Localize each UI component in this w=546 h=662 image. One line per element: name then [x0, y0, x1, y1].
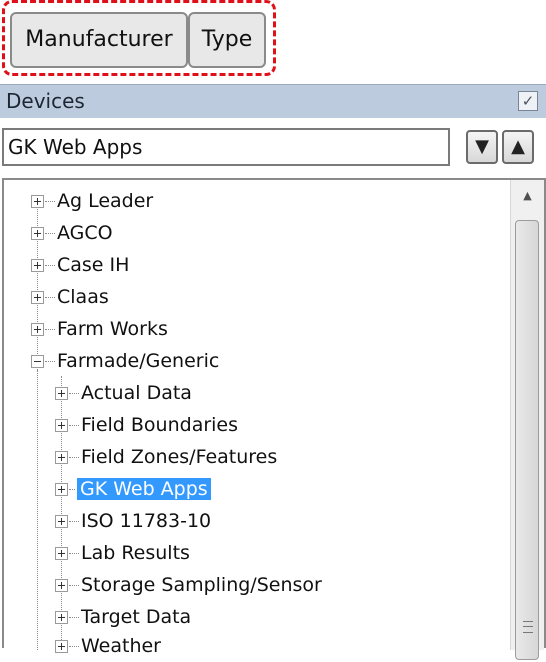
tree-node-claas[interactable]: Claas — [31, 281, 109, 313]
tree-node-weather[interactable]: Weather — [55, 630, 161, 662]
tree-node-label: Ag Leader — [57, 190, 154, 212]
tree-node-gk-web-apps[interactable]: GK Web Apps — [55, 473, 211, 505]
tree-node-field-boundaries[interactable]: Field Boundaries — [55, 409, 238, 441]
expand-icon[interactable] — [55, 386, 68, 400]
expand-icon[interactable] — [31, 194, 44, 208]
tree-node-actual-data[interactable]: Actual Data — [55, 377, 192, 409]
tree-node-label: AGCO — [57, 222, 113, 244]
devices-title: Devices — [6, 89, 85, 113]
tree-node-label: Farmade/Generic — [57, 350, 220, 372]
tree-node-target-data[interactable]: Target Data — [55, 601, 191, 633]
devices-checkbox[interactable]: ✓ — [518, 91, 538, 111]
tree-node-label: Storage Sampling/Sensor — [81, 574, 322, 596]
tree-node-label: Case IH — [57, 254, 130, 276]
tree-node-field-zones-features[interactable]: Field Zones/Features — [55, 441, 277, 473]
expand-icon[interactable] — [55, 514, 68, 528]
triangle-down-icon: ▼ — [475, 136, 489, 157]
tree-node-farm-works[interactable]: Farm Works — [31, 313, 168, 345]
tree-node-agco[interactable]: AGCO — [31, 217, 113, 249]
expand-icon[interactable] — [55, 546, 68, 560]
tab-manufacturer[interactable]: Manufacturer — [10, 12, 188, 68]
triangle-up-icon: ▲ — [511, 136, 525, 157]
devices-header: Devices ✓ — [0, 84, 546, 118]
device-filter-input[interactable] — [2, 128, 450, 166]
tree-node-label: Field Zones/Features — [81, 446, 278, 468]
tree-node-iso-11783-10[interactable]: ISO 11783-10 — [55, 505, 211, 537]
move-down-button[interactable]: ▼ — [466, 130, 498, 164]
expand-icon[interactable] — [55, 418, 68, 432]
expand-icon[interactable] — [55, 610, 68, 624]
tree-node-label: Claas — [57, 286, 109, 308]
grip-icon — [523, 621, 533, 633]
tree-node-lab-results[interactable]: Lab Results — [55, 537, 190, 569]
tree-node-storage-sampling-sensor[interactable]: Storage Sampling/Sensor — [55, 569, 322, 601]
tree-node-label-selected: GK Web Apps — [77, 478, 211, 500]
collapse-icon[interactable] — [31, 354, 44, 368]
expand-icon[interactable] — [55, 578, 68, 592]
tree-node-label: Weather — [81, 635, 161, 657]
tab-type[interactable]: Type — [188, 12, 266, 68]
expand-icon[interactable] — [31, 258, 44, 272]
tree-node-label: Field Boundaries — [81, 414, 239, 436]
device-tree: Ag Leader AGCO Case IH Claas Farm Works … — [2, 178, 546, 660]
tree-node-label: Actual Data — [81, 382, 192, 404]
tree-node-label: Target Data — [81, 606, 192, 628]
expand-icon[interactable] — [55, 482, 68, 496]
scrollbar-thumb[interactable] — [515, 220, 539, 660]
expand-icon[interactable] — [31, 226, 44, 240]
tree-node-label: Farm Works — [57, 318, 168, 340]
tree-node-case-ih[interactable]: Case IH — [31, 249, 129, 281]
tree-node-farmade-generic[interactable]: Farmade/Generic — [31, 345, 219, 377]
move-up-button[interactable]: ▲ — [502, 130, 534, 164]
tree-scrollbar[interactable]: ▲ — [510, 180, 544, 660]
tree-node-label: ISO 11783-10 — [81, 510, 212, 532]
tree-node-label: Lab Results — [81, 542, 190, 564]
expand-icon[interactable] — [55, 639, 68, 653]
expand-icon[interactable] — [31, 290, 44, 304]
tree-node-ag-leader[interactable]: Ag Leader — [31, 185, 153, 217]
tree-guide-line — [37, 370, 38, 650]
expand-icon[interactable] — [31, 322, 44, 336]
expand-icon[interactable] — [55, 450, 68, 464]
scroll-up-arrow-icon[interactable]: ▲ — [511, 180, 544, 212]
